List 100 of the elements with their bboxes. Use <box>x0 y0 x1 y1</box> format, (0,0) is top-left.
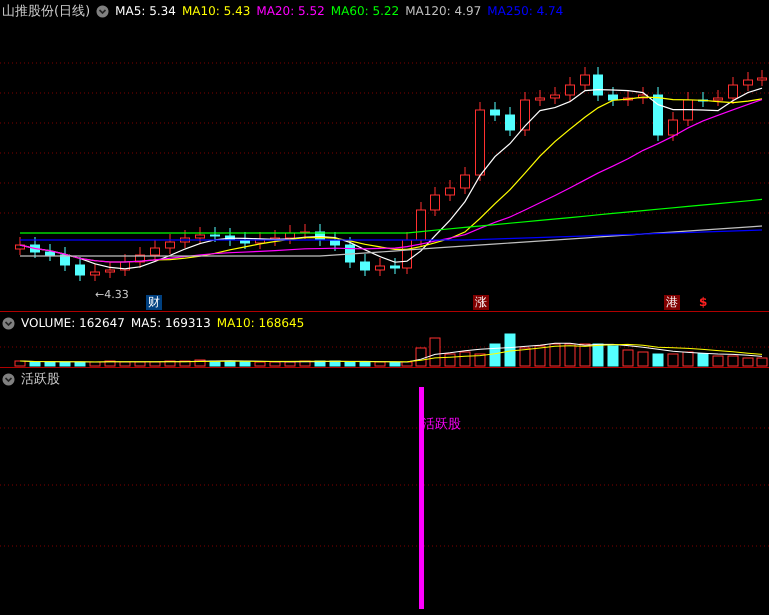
volume-bar <box>300 360 310 366</box>
volume-bar <box>668 354 678 366</box>
candlestick <box>45 244 55 262</box>
volume-bar <box>550 344 560 366</box>
candlestick <box>225 228 235 246</box>
ma-reading: MA60: 5.22 <box>330 4 400 18</box>
volume-bar <box>416 348 426 366</box>
volume-bar <box>330 360 340 366</box>
candlestick <box>520 92 530 136</box>
candlestick <box>402 232 412 274</box>
candlestick <box>580 66 590 92</box>
volume-bar <box>520 348 530 366</box>
candlestick <box>30 236 40 258</box>
volume-bar <box>74 362 86 366</box>
volume-bar <box>224 360 236 366</box>
candlestick <box>375 258 385 276</box>
candlestick <box>638 86 648 104</box>
volume-bar <box>430 338 440 366</box>
volume-bar <box>534 346 546 366</box>
volume-bar <box>460 352 470 366</box>
candlestick <box>653 86 663 142</box>
candlestick <box>90 264 100 282</box>
volume-bar <box>210 360 220 366</box>
candlestick <box>608 86 618 106</box>
candlestick <box>165 234 175 254</box>
event-marker[interactable]: 涨 <box>473 295 489 310</box>
candlestick <box>330 232 340 252</box>
candlestick <box>743 72 753 92</box>
volume-bar <box>682 352 694 366</box>
volume-bar <box>14 360 26 366</box>
low-price-label: ←4.33 <box>95 288 129 301</box>
candlestick <box>15 236 25 256</box>
candlestick <box>683 92 693 126</box>
candlestick <box>285 224 295 244</box>
volume-bar <box>104 360 116 366</box>
volume-bar <box>712 356 724 366</box>
volume-bar <box>728 356 738 366</box>
volume-bar <box>44 362 56 366</box>
ma-reading: MA120: 4.97 <box>405 4 482 18</box>
ma-reading: MA5: 5.34 <box>115 4 176 18</box>
candlestick <box>430 186 440 216</box>
candlestick <box>593 66 603 102</box>
candlestick <box>105 262 115 278</box>
volume-bar <box>592 344 604 366</box>
ma-reading: MA20: 5.52 <box>256 4 325 18</box>
candlestick <box>490 102 500 122</box>
volume-bar <box>622 350 634 366</box>
volume-bar <box>490 344 500 366</box>
candlestick <box>195 226 205 244</box>
candlestick <box>270 230 280 246</box>
ma-reading: MA10: 5.43 <box>182 4 250 18</box>
volume-bar <box>564 344 576 366</box>
volume-reading: VOLUME: 162647 <box>21 316 125 330</box>
candlestick <box>416 202 426 246</box>
volume-bar <box>60 362 70 366</box>
candlestick <box>315 224 325 246</box>
volume-bar <box>474 354 486 366</box>
event-marker[interactable]: $ <box>697 295 710 310</box>
candlestick <box>120 254 130 276</box>
volume-bar <box>504 334 516 366</box>
volume-bar <box>120 362 130 366</box>
chevron-circle-icon[interactable] <box>2 372 15 386</box>
candlestick <box>360 254 370 276</box>
candlestick <box>460 166 470 194</box>
indicator-title: 活跃股 <box>21 371 60 388</box>
candlestick <box>75 256 85 282</box>
candlestick <box>240 232 250 250</box>
candlestick <box>210 226 220 242</box>
candlestick <box>150 240 160 262</box>
chart-title: 山推股份(日线) <box>2 3 90 20</box>
candlestick <box>713 90 723 106</box>
candlestick <box>623 90 633 106</box>
candlestick <box>565 76 575 102</box>
volume-bar <box>374 362 386 366</box>
candlestick <box>550 86 560 104</box>
volume-bar <box>444 354 456 366</box>
ma-reading: MA250: 4.74 <box>487 4 564 18</box>
volume-bar <box>580 344 590 366</box>
volume-bar <box>284 362 296 366</box>
chevron-circle-icon[interactable] <box>2 316 15 330</box>
candlestick <box>255 232 265 250</box>
volume-bar <box>652 354 664 366</box>
volume-bar <box>30 362 40 366</box>
volume-bar <box>254 362 266 366</box>
volume-reading: MA10: 168645 <box>216 316 304 330</box>
candlestick <box>60 246 70 272</box>
candlestick <box>300 224 310 240</box>
volume-bar <box>360 362 370 366</box>
volume-bar <box>180 360 190 366</box>
event-marker[interactable]: 港 <box>664 295 680 310</box>
volume-bar <box>698 354 708 366</box>
volume-bar <box>240 362 250 366</box>
candlestick <box>345 236 355 268</box>
candlestick <box>728 76 738 104</box>
candlestick <box>135 246 145 268</box>
candlestick <box>180 230 190 248</box>
volume-bar <box>164 360 176 366</box>
event-marker[interactable]: 财 <box>146 295 162 310</box>
chevron-circle-icon[interactable] <box>96 4 110 18</box>
volume-bar <box>270 362 280 366</box>
